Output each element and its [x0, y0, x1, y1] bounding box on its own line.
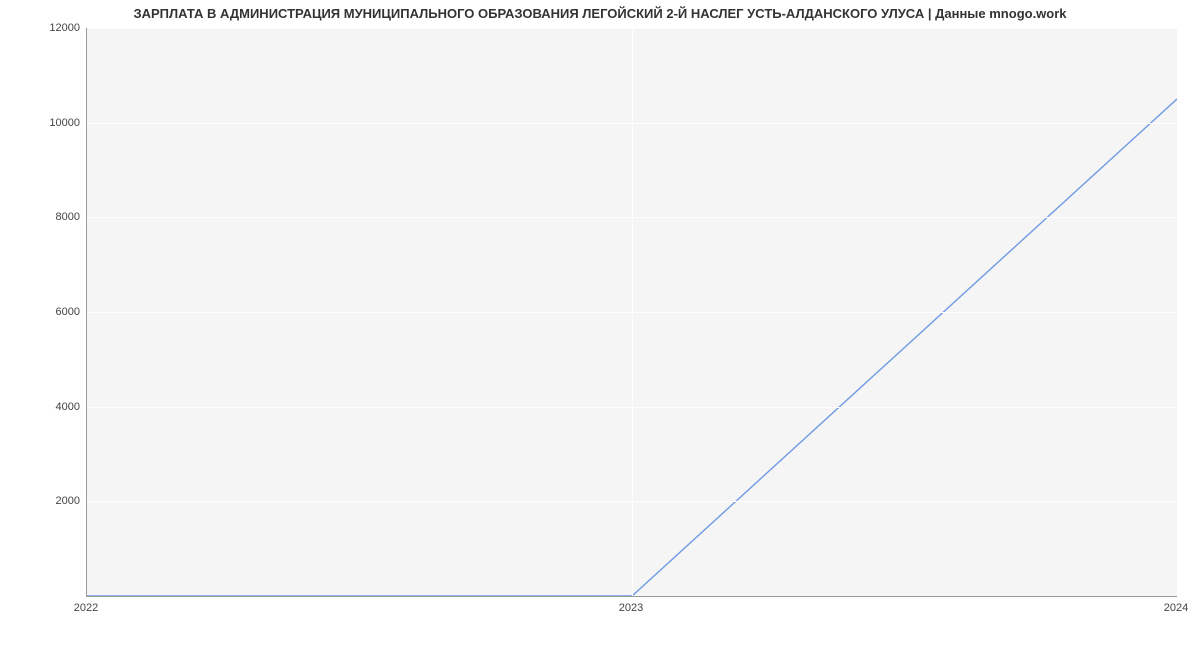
y-tick-label: 2000	[4, 495, 80, 507]
y-tick-label: 6000	[4, 306, 80, 318]
y-tick-label: 12000	[4, 22, 80, 34]
chart-title: ЗАРПЛАТА В АДМИНИСТРАЦИЯ МУНИЦИПАЛЬНОГО …	[0, 6, 1200, 21]
y-tick-label: 8000	[4, 211, 80, 223]
plot-area	[86, 28, 1177, 597]
x-gridline	[632, 28, 633, 596]
y-tick-label: 10000	[4, 117, 80, 129]
x-tick-label: 2022	[74, 602, 98, 614]
y-tick-label: 4000	[4, 401, 80, 413]
x-tick-label: 2023	[619, 602, 643, 614]
salary-chart: ЗАРПЛАТА В АДМИНИСТРАЦИЯ МУНИЦИПАЛЬНОГО …	[0, 0, 1200, 650]
x-tick-label: 2024	[1164, 602, 1188, 614]
